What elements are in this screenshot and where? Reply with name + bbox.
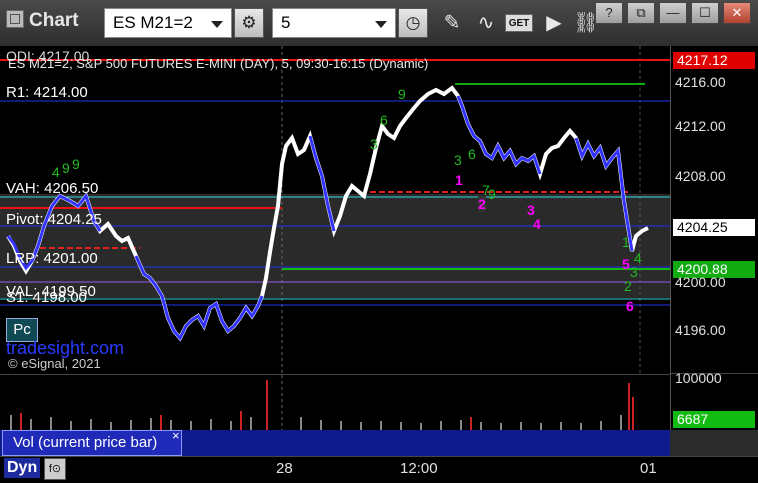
- studies-button[interactable]: ∿: [471, 8, 501, 38]
- minimize-button[interactable]: —: [659, 2, 687, 24]
- volume-tick: 100000: [675, 370, 722, 386]
- chevron-down-icon[interactable]: [375, 21, 387, 28]
- volume-panel[interactable]: [0, 374, 670, 430]
- seq-label-green: 2: [624, 278, 632, 294]
- symbol-value: ES M21=2: [113, 13, 193, 32]
- seq-label-magenta: 4: [533, 216, 541, 232]
- level-label-r1: R1: 4214.00: [6, 84, 88, 101]
- maximize-button[interactable]: ☐: [691, 2, 719, 24]
- seq-label-magenta: 5: [622, 256, 630, 272]
- seq-label-green: 3: [370, 136, 378, 152]
- price-chart[interactable]: ODI: 4217.00 ES M21=2, S&P 500 FUTURES E…: [0, 46, 670, 374]
- restore-icon: ⧉: [636, 5, 646, 20]
- seq-label-green: 4: [52, 164, 60, 180]
- study-wave-icon: ∿: [477, 12, 495, 34]
- seq-label-magenta: 2: [478, 196, 486, 212]
- volume-bars: [10, 415, 622, 430]
- interval-combo[interactable]: 5: [272, 8, 396, 38]
- chevron-down-icon[interactable]: [211, 21, 223, 28]
- app-title: Chart: [29, 10, 79, 31]
- clock-icon: ◷: [405, 13, 421, 32]
- price-tick: 4212.00: [675, 118, 726, 134]
- interval-value: 5: [281, 13, 291, 32]
- volume-tag: 6687: [673, 411, 755, 428]
- chart-header: ES M21=2, S&P 500 FUTURES E-MINI (DAY), …: [8, 56, 429, 71]
- restore-button[interactable]: ⧉: [627, 2, 655, 24]
- seq-label-green: 6: [380, 112, 388, 128]
- volume-bars-red: [20, 380, 634, 430]
- seq-label-green: 9: [72, 156, 80, 172]
- gear-icon: ⚙: [241, 13, 257, 32]
- help-icon: ?: [605, 5, 613, 20]
- level-label-vah: VAH: 4206.50: [6, 180, 99, 197]
- volume-tab-label: Vol (current price bar): [13, 434, 158, 451]
- function-button[interactable]: f⊙: [44, 458, 66, 480]
- help-button[interactable]: ?: [595, 2, 623, 24]
- seq-label-magenta: 1: [455, 172, 463, 188]
- level-label-lrp: LRP: 4201.00: [6, 250, 98, 267]
- seq-label-green: 9: [62, 160, 70, 176]
- close-icon: ✕: [731, 5, 743, 20]
- last-price-tag: 4204.25: [673, 219, 755, 236]
- high-price-tag: 4217.12: [673, 52, 755, 69]
- draw-tool-button[interactable]: ✎: [437, 8, 467, 38]
- minimize-icon: —: [666, 5, 680, 20]
- price-blue-segments-4: [456, 95, 542, 175]
- time-label: 28: [276, 460, 293, 477]
- price-plot: [0, 46, 670, 374]
- pencil-icon: ✎: [443, 12, 461, 34]
- dynamic-toggle[interactable]: Dyn: [4, 458, 41, 478]
- chart-toolbar: Chart ES M21=2 ⚙ 5 ◷ ✎ ∿ GET ▶ ⛓ ? ⧉ — ☐…: [0, 0, 758, 47]
- price-tick: 4196.00: [675, 322, 726, 338]
- chart-window-icon: [6, 10, 24, 28]
- play-button[interactable]: ▶: [539, 8, 569, 38]
- watermark-copyright: © eSignal, 2021: [8, 356, 101, 371]
- get-data-button[interactable]: GET: [505, 14, 533, 32]
- maximize-icon: ☐: [699, 5, 711, 20]
- price-tick: 4208.00: [675, 168, 726, 184]
- price-tick: 4200.00: [675, 274, 726, 290]
- level-label-pivot: Pivot: 4204.25: [6, 211, 102, 228]
- seq-label-green: 6: [468, 146, 476, 162]
- symbol-combo[interactable]: ES M21=2: [104, 8, 232, 38]
- seq-label-green: 9: [488, 186, 496, 202]
- seq-label-green: 9: [398, 86, 406, 102]
- close-button[interactable]: ✕: [723, 2, 751, 24]
- price-axis[interactable]: 4217.12 4216.00 4212.00 4208.00 4204.25 …: [670, 46, 758, 430]
- close-study-icon[interactable]: ×: [172, 428, 180, 443]
- time-label: 12:00: [400, 460, 438, 477]
- window-title: Chart: [6, 10, 79, 40]
- volume-study-tab[interactable]: Vol (current price bar): [2, 430, 182, 456]
- settings-button[interactable]: ⚙: [234, 8, 264, 38]
- get-label: GET: [508, 18, 530, 29]
- pc-label: Pc: [13, 321, 31, 338]
- seq-label-magenta: 6: [626, 298, 634, 314]
- time-template-button[interactable]: ◷: [398, 8, 428, 38]
- seq-label-green: 1: [622, 234, 630, 250]
- volume-plot: [10, 375, 634, 430]
- level-label-s1: S1: 4198.00: [6, 289, 87, 306]
- seq-label-green: 3: [454, 152, 462, 168]
- play-icon: ▶: [546, 12, 562, 34]
- price-tick: 4216.00: [675, 74, 726, 90]
- time-label: 01: [640, 460, 657, 477]
